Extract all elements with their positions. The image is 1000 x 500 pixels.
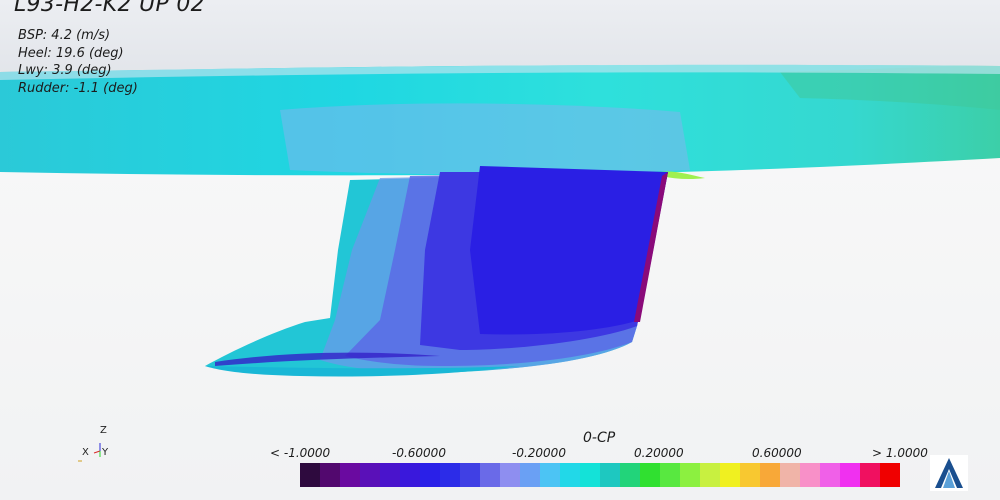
colorbar-swatch [320, 463, 340, 487]
colorbar-swatch [440, 463, 460, 487]
colorbar-tick-1: -0.60000 [392, 446, 446, 460]
param-leeway: Lwy: 3.9 (deg) [18, 63, 112, 78]
colorbar-swatch [580, 463, 600, 487]
colorbar-swatch [600, 463, 620, 487]
colorbar-tick-0: < -1.0000 [270, 446, 331, 460]
colorbar-swatch [820, 463, 840, 487]
colorbar-swatch [540, 463, 560, 487]
axis-triad-lines [78, 443, 101, 462]
colorbar-swatch [760, 463, 780, 487]
colorbar-swatch [880, 463, 900, 487]
sail-logo-icon [930, 455, 968, 491]
colorbar-swatch [420, 463, 440, 487]
colorbar-swatch [700, 463, 720, 487]
colorbar-swatch [480, 463, 500, 487]
colorbar-swatch [400, 463, 420, 487]
colorbar-swatch [460, 463, 480, 487]
colorbar-swatch [680, 463, 700, 487]
pressure-colorbar [300, 463, 900, 487]
cfd-viewport[interactable]: L93-H2-K2 UP 02 BSP: 4.2 (m/s) Heel: 19.… [0, 0, 1000, 500]
colorbar-title: 0-CP [583, 430, 616, 446]
param-rudder: Rudder: -1.1 (deg) [18, 81, 138, 96]
colorbar-swatch [560, 463, 580, 487]
colorbar-swatch [300, 463, 320, 487]
colorbar-tick-5: > 1.0000 [872, 446, 928, 460]
colorbar-swatch [340, 463, 360, 487]
colorbar-swatch [500, 463, 520, 487]
colorbar-swatch [740, 463, 760, 487]
hull-root-shadow [280, 103, 690, 175]
colorbar-swatch [720, 463, 740, 487]
param-heel: Heel: 19.6 (deg) [18, 46, 124, 61]
hull-pressure-render [0, 0, 1000, 500]
colorbar-swatch [660, 463, 680, 487]
colorbar-swatch [800, 463, 820, 487]
colorbar-swatch [840, 463, 860, 487]
colorbar-swatch [520, 463, 540, 487]
axis-triad-icon: Z X Y [70, 425, 120, 465]
colorbar-swatch [620, 463, 640, 487]
colorbar-swatch [380, 463, 400, 487]
param-bsp: BSP: 4.2 (m/s) [18, 28, 111, 43]
colorbar-swatch [640, 463, 660, 487]
colorbar-swatch [780, 463, 800, 487]
colorbar-swatch [860, 463, 880, 487]
simulation-title: L93-H2-K2 UP 02 [14, 0, 205, 17]
colorbar-tick-4: 0.60000 [752, 446, 802, 460]
colorbar-tick-3: 0.20000 [634, 446, 684, 460]
colorbar-tick-2: -0.20000 [512, 446, 566, 460]
colorbar-swatch [360, 463, 380, 487]
